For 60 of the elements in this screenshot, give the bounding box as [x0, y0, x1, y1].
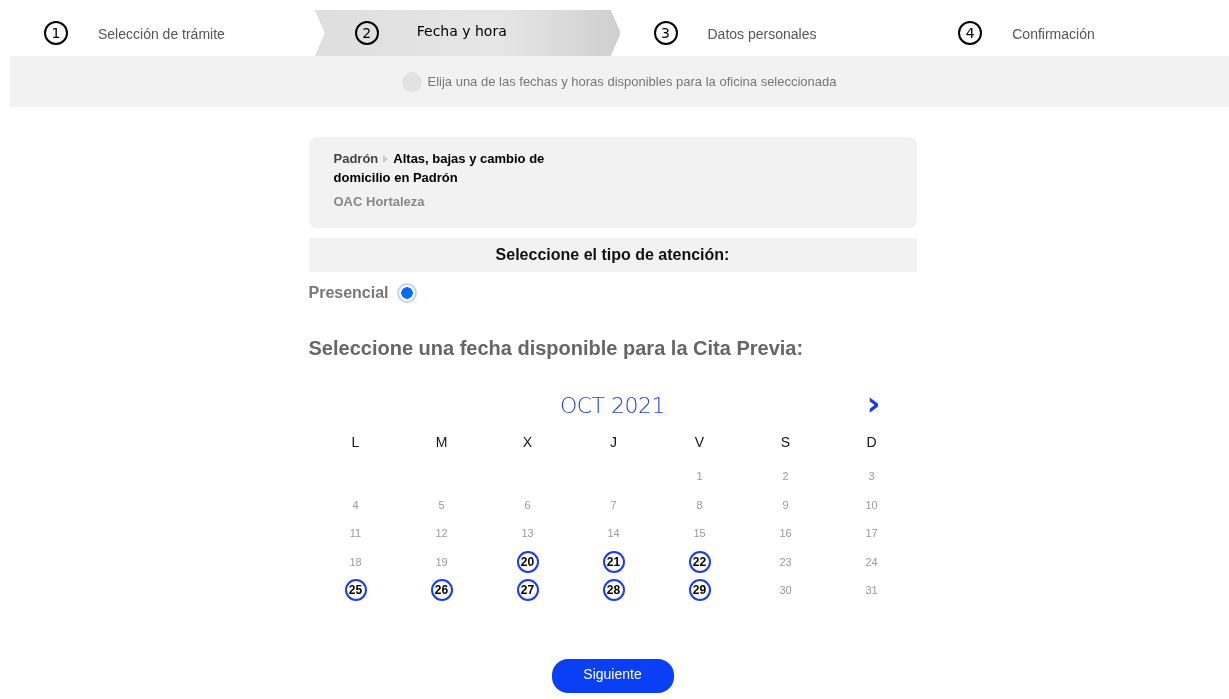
step-label: Selección de trámite [98, 26, 225, 42]
available-day[interactable]: 26 [430, 579, 453, 602]
section-title: Seleccione el tipo de atención: [495, 246, 730, 264]
day-number: 9 [781, 497, 790, 513]
day-number: 13 [520, 526, 535, 542]
step-number: 1 [44, 21, 68, 45]
step-label: Confirmación [1012, 26, 1095, 42]
step-tab[interactable]: 4 Confirmación [924, 10, 1229, 56]
available-day[interactable]: 21 [602, 550, 625, 573]
day-number: 6 [523, 497, 532, 513]
weekday-label: J [609, 433, 618, 452]
day-number: 23 [778, 554, 793, 570]
day-number: 16 [778, 526, 793, 542]
day-number: 7 [609, 497, 618, 513]
day-number: 17 [864, 526, 879, 542]
weekday-label: M [434, 433, 449, 452]
step-tab[interactable]: 2 Fecha y hora [314, 10, 620, 56]
month-title: OCT 2021 [559, 392, 666, 418]
step-number: 3 [653, 21, 678, 45]
step-label: Datos personales [707, 26, 817, 42]
day-number: 2 [781, 469, 790, 485]
day-number: 30 [778, 583, 793, 599]
available-day[interactable]: 29 [688, 579, 711, 602]
day-number: 10 [864, 497, 879, 513]
weekday-label: X [521, 433, 534, 452]
day-number: 3 [867, 469, 876, 485]
day-number: 14 [606, 526, 621, 542]
office-text: OAC Hortaleza [333, 194, 426, 209]
next-button[interactable]: Siguiente [551, 658, 674, 693]
day-number: 24 [864, 554, 879, 570]
day-number: 5 [437, 497, 446, 513]
day-number: 19 [434, 554, 449, 570]
day-number: 15 [692, 526, 707, 542]
weekday-label: D [865, 433, 878, 452]
radio-button[interactable] [396, 283, 417, 303]
breadcrumb-text: Padrón Altas, bajas y cambio de domicilio en Padrón [333, 150, 546, 187]
day-number: 4 [351, 497, 360, 513]
step-tab[interactable]: 1 Selección de trámite [10, 10, 315, 56]
step-label: Fecha y hora [416, 23, 507, 39]
day-number: 11 [348, 526, 363, 542]
weekday-label: S [779, 433, 792, 452]
step-number: 2 [354, 21, 379, 45]
day-number: 8 [695, 497, 704, 513]
step-number: 4 [958, 21, 983, 45]
weekday-label: V [693, 433, 706, 452]
available-day[interactable]: 25 [344, 579, 367, 602]
available-day[interactable]: 28 [602, 579, 625, 602]
step-tab[interactable]: 3 Datos personales [619, 10, 925, 56]
day-number: 31 [864, 583, 879, 599]
available-day[interactable]: 27 [516, 579, 539, 602]
available-day[interactable]: 20 [516, 550, 539, 573]
weekday-label: L [350, 433, 361, 452]
option-label: Presencial [308, 284, 389, 302]
day-number: 12 [434, 526, 449, 542]
next-month-button[interactable]: › [866, 388, 881, 418]
info-text: Elija una de las fechas y horas disponibles para la oficina seleccionada [427, 74, 837, 89]
available-day[interactable]: 22 [688, 550, 711, 573]
day-number: 18 [348, 554, 363, 570]
day-number: 1 [695, 469, 704, 485]
calendar-heading: Seleccione una fecha disponible para la Cita Previa: [308, 337, 805, 360]
